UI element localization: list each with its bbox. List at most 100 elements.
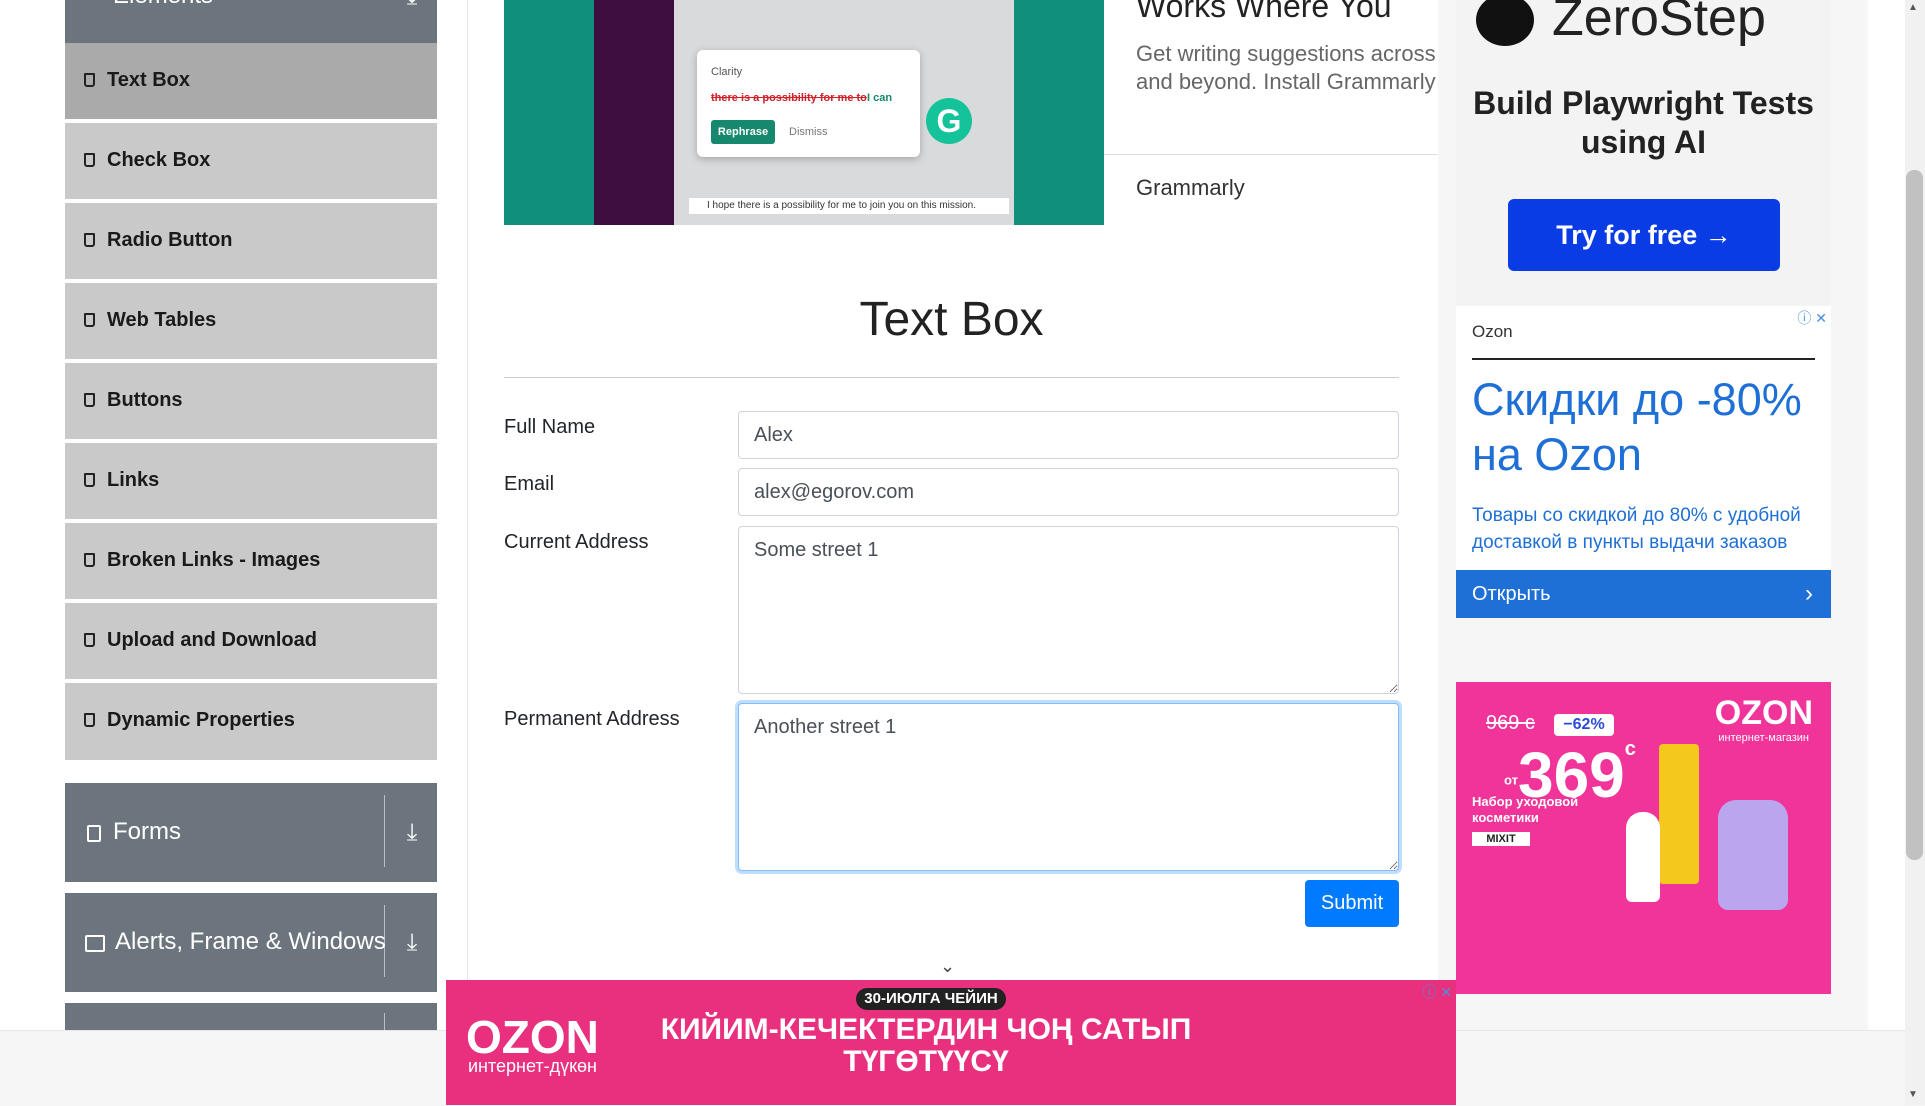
download-icon[interactable]: ⤓	[401, 0, 423, 9]
product-tube-image	[1659, 744, 1699, 884]
slack-sidebar	[594, 0, 674, 225]
product-description: Набор уходовой косметики	[1472, 794, 1579, 825]
ozon-ad-brand: Ozon	[1472, 322, 1513, 341]
sidebar-item-broken-links[interactable]: Broken Links - Images	[65, 523, 437, 601]
group-next-header[interactable]	[65, 1003, 437, 1030]
sidebar-item-label: Radio Button	[107, 229, 233, 251]
sidebar-item-radio-button[interactable]: Radio Button	[65, 203, 437, 281]
permanent-address-label: Permanent Address	[504, 708, 680, 730]
zerostep-logo-icon	[1476, 0, 1534, 46]
html-icon	[84, 233, 95, 247]
group-alerts-label: Alerts, Frame & Windows	[115, 928, 386, 955]
scroll-up-icon[interactable]: ▲	[1908, 2, 1918, 13]
group-separator	[384, 795, 385, 867]
sidebar-item-check-box[interactable]: Check Box	[65, 123, 437, 201]
group-alerts-header[interactable]: Alerts, Frame & Windows ⤓	[65, 893, 437, 992]
sidebar-item-buttons[interactable]: Buttons	[65, 363, 437, 441]
product-bottle-image	[1718, 800, 1788, 910]
popup-clarity-label: Clarity	[711, 66, 743, 78]
html-icon	[84, 153, 95, 167]
popup-rephrase-button: Rephrase	[711, 120, 775, 144]
group-separator	[384, 1013, 385, 1030]
zerostep-try-button[interactable]: Try for free →	[1508, 199, 1780, 271]
grammarly-ad-text: Get writing suggestions across and beyon…	[1136, 41, 1436, 94]
group-elements-header[interactable]: Elements ⤓	[65, 0, 437, 43]
ozon-open-button[interactable]: Открыть ›	[1456, 570, 1831, 618]
sidebar-item-upload-download[interactable]: Upload and Download	[65, 603, 437, 681]
product-brand: MIXIT	[1472, 832, 1530, 846]
html-icon	[84, 313, 95, 327]
price-prefix: от	[1504, 772, 1518, 788]
message-bar: I hope there is a possibility for me to …	[689, 198, 1009, 214]
date-pill: 30-ИЮЛГА ЧЕЙИН	[856, 988, 1006, 1010]
currency: с	[1624, 738, 1636, 760]
html-icon	[84, 553, 95, 567]
grammarly-ad-title: Works Where You	[1136, 0, 1392, 24]
sidebar-item-text-box[interactable]: Text Box	[65, 43, 437, 121]
ad-choices-icon[interactable]: ⓘ ✕	[1791, 308, 1827, 326]
group-forms-header[interactable]: Forms ⤓	[65, 783, 437, 882]
sidebar-item-label: Dynamic Properties	[107, 709, 295, 731]
sidebar-item-label: Check Box	[107, 149, 211, 171]
ozon-logo-sub: интернет-дүкөн	[468, 1056, 597, 1076]
full-name-input[interactable]	[738, 411, 1399, 459]
window-icon	[85, 935, 105, 952]
grammarly-ad-image: I hope there is a possibility for me to …	[504, 0, 1104, 225]
ozon-logo: OZON	[1714, 694, 1813, 732]
divider	[504, 377, 1399, 378]
divider	[1472, 358, 1815, 360]
full-name-label: Full Name	[504, 416, 596, 438]
download-icon[interactable]: ⤓	[401, 821, 423, 845]
scroll-down-icon[interactable]: ▼	[1908, 1089, 1918, 1100]
group-forms-label: Forms	[113, 818, 181, 845]
popup-strike-text: there is a possibility for me to	[711, 92, 867, 104]
ozon-ad[interactable]: ⓘ ✕ Ozon Скидки до -80% на Ozon Товары с…	[1456, 306, 1831, 618]
grammarly-ad[interactable]: I hope there is a possibility for me to …	[504, 0, 1439, 225]
current-address-label: Current Address	[504, 531, 649, 553]
ozon-bottom-banner[interactable]: OZON интернет-дүкөн 30-ИЮЛГА ЧЕЙИН КИЙИМ…	[446, 980, 1456, 1105]
page-margin-left	[0, 0, 38, 1030]
sidebar-item-dynamic-properties[interactable]: Dynamic Properties	[65, 683, 437, 762]
sidebar-item-web-tables[interactable]: Web Tables	[65, 283, 437, 361]
grammarly-logo-icon: G	[926, 98, 972, 144]
sidebar-item-label: Text Box	[107, 69, 190, 91]
group-elements-label: Elements	[113, 0, 213, 10]
email-input[interactable]	[738, 468, 1399, 516]
chevron-right-icon: ›	[1805, 580, 1813, 607]
zerostep-ad[interactable]: ZeroStep Build Playwright Tests using AI…	[1456, 0, 1831, 305]
banner-headline: КИЙИМ-КЕЧЕКТЕРДИН ЧОҢ САТЫП ТҮГӨТҮҮСҮ	[660, 1013, 1192, 1078]
sidebar-item-label: Upload and Download	[107, 629, 317, 651]
sidebar-item-links[interactable]: Links	[65, 443, 437, 521]
sidebar-item-label: Web Tables	[107, 309, 217, 331]
sidebar-item-label: Links	[107, 469, 160, 491]
permanent-address-textarea[interactable]: Another street 1	[738, 703, 1399, 871]
email-label: Email	[504, 473, 555, 495]
ozon-ad-subtext: Товары со скидкой до 80% с удобной доста…	[1472, 505, 1801, 553]
zerostep-name: ZeroStep	[1552, 0, 1766, 47]
submit-button[interactable]: Submit	[1305, 880, 1399, 927]
popup-dismiss-label: Dismiss	[789, 126, 828, 138]
page-title: Text Box	[859, 293, 1044, 346]
grammarly-ad-brand: Grammarly	[1136, 175, 1245, 200]
popup-replacement: I can	[867, 92, 893, 104]
sidebar-item-label: Buttons	[107, 389, 183, 411]
zerostep-headline: Build Playwright Tests using AI	[1473, 85, 1814, 160]
html-icon	[84, 393, 95, 407]
ozon-cosmetics-ad[interactable]: 969 с −62% OZON интернет-магазин от369с …	[1456, 682, 1831, 994]
ozon-open-label: Открыть	[1472, 583, 1551, 605]
ad-choices-icon[interactable]: ⓘ ✕	[1422, 982, 1452, 1002]
scrollbar-thumb[interactable]	[1906, 170, 1923, 860]
document-icon	[87, 825, 101, 842]
product-deo-image	[1626, 812, 1660, 902]
html-icon	[84, 713, 95, 727]
sidebar-item-label: Broken Links - Images	[107, 549, 321, 571]
html-icon	[84, 473, 95, 487]
ozon-ad-headline: Скидки до -80% на Ozon	[1472, 374, 1802, 480]
discount-badge: −62%	[1554, 714, 1614, 736]
group-separator	[384, 905, 385, 977]
ozon-logo-sub: интернет-магазин	[1718, 732, 1809, 744]
html-icon	[84, 73, 95, 87]
download-icon[interactable]: ⤓	[401, 931, 423, 955]
current-address-textarea[interactable]: Some street 1	[738, 526, 1399, 694]
divider	[1104, 154, 1439, 155]
